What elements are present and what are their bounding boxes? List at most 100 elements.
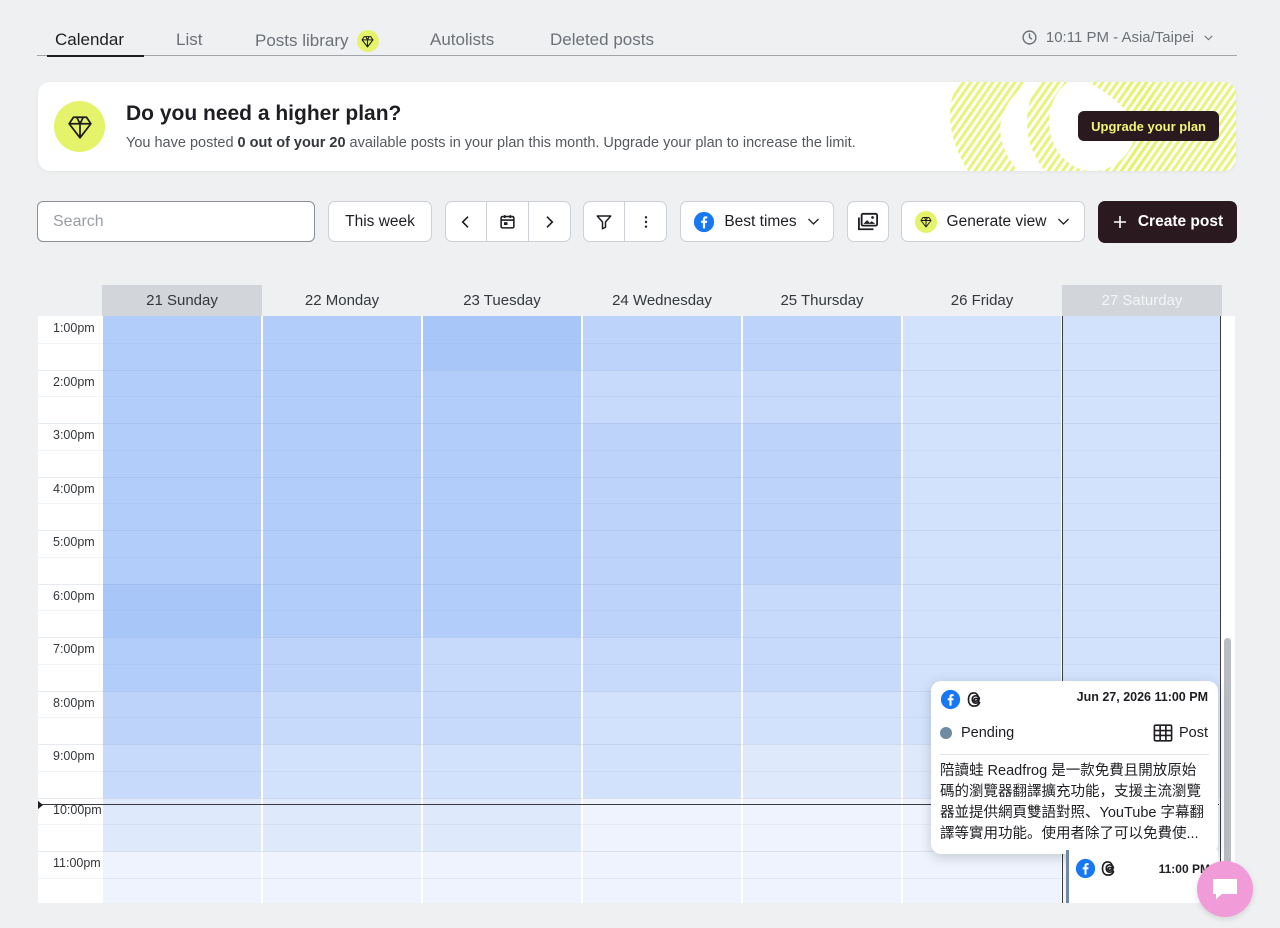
time-label: 9:00pm (53, 749, 95, 763)
gem-icon (914, 210, 937, 233)
calendar-scrollbar[interactable] (1224, 638, 1231, 898)
tab-calendar[interactable]: Calendar (47, 30, 144, 57)
threads-icon (967, 692, 981, 707)
post-type-label: Post (1178, 725, 1208, 741)
grid-icon (1153, 724, 1173, 742)
facebook-icon (1075, 858, 1096, 879)
day-header-wednesday: 24 Wednesday (612, 292, 712, 309)
time-label: 5:00pm (53, 535, 95, 549)
filter-group (583, 201, 667, 242)
grid-line (38, 877, 1219, 879)
tab-label: List (176, 30, 203, 49)
best-times-dropdown[interactable]: Best times (680, 201, 834, 242)
time-label: 6:00pm (53, 588, 95, 603)
grid-line (38, 610, 1219, 612)
images-icon (858, 212, 878, 230)
banner-desc-suffix: available posts in your plan this month.… (345, 135, 856, 151)
time-label: 11:00pm (53, 856, 101, 870)
best-times-label: Best times (724, 212, 797, 230)
grid-line (38, 556, 1219, 558)
post-type: Post (1153, 724, 1208, 742)
day-header-tuesday: 23 Tuesday (463, 292, 541, 309)
chevron-down-icon (1204, 35, 1213, 41)
timezone-label: 10:11 PM - Asia/Taipei (1045, 29, 1194, 46)
day-header-saturday: 27 Saturday (1062, 285, 1222, 316)
tab-autolists[interactable]: Autolists (430, 30, 494, 50)
date-picker-button[interactable] (487, 202, 529, 241)
grid-line (38, 342, 1219, 344)
status-label: Pending (961, 725, 1015, 741)
threads-icon (1101, 861, 1115, 876)
timezone-selector[interactable]: 10:11 PM - Asia/Taipei (1021, 29, 1215, 46)
tab-list[interactable]: List (176, 30, 202, 50)
calendar-icon (500, 215, 515, 229)
day-header-sunday: 21 Sunday (102, 285, 262, 316)
tab-label: Calendar (55, 30, 124, 49)
time-label: 1:00pm (53, 321, 95, 335)
grid-line (38, 637, 1219, 638)
post-preview-card[interactable]: Jun 27, 2026 11:00 PM Pending Post 陪讀蛙 R… (931, 681, 1218, 854)
this-week-button[interactable]: This week (328, 201, 432, 242)
filter-icon (596, 214, 612, 229)
time-label: 3:00pm (53, 428, 95, 442)
media-view-button[interactable] (847, 201, 889, 242)
time-label: 7:00pm (53, 642, 95, 656)
view-tabs: Calendar List Posts library Autolists De… (37, 0, 1237, 57)
time-label: 4:00pm (53, 481, 95, 496)
banner-title: Do you need a higher plan? (126, 102, 402, 125)
grid-line (38, 663, 1219, 665)
previous-week-button[interactable] (446, 202, 488, 241)
search-input[interactable] (37, 201, 315, 242)
facebook-icon (694, 211, 715, 232)
card-divider (940, 754, 1209, 755)
chevron-left-icon (461, 215, 469, 228)
chat-icon (1213, 879, 1237, 899)
upgrade-plan-button[interactable]: Upgrade your plan (1078, 111, 1219, 141)
more-options-button[interactable] (625, 202, 666, 241)
generate-view-label: Generate view (946, 212, 1047, 230)
tab-label: Autolists (430, 30, 495, 49)
grid-line (38, 476, 1219, 478)
current-time-marker (38, 800, 43, 810)
day-header-thursday: 25 Thursday (780, 292, 864, 309)
status-dot (940, 727, 952, 739)
plus-icon (1113, 216, 1126, 228)
banner-description: You have posted 0 out of your 20 availab… (126, 135, 856, 151)
date-navigation (445, 201, 571, 242)
tab-deleted-posts[interactable]: Deleted posts (550, 30, 654, 50)
chevron-right-icon (546, 215, 554, 228)
post-networks (1075, 858, 1120, 879)
grid-line (38, 396, 1219, 398)
filter-button[interactable] (584, 202, 626, 241)
next-week-button[interactable] (529, 202, 570, 241)
create-post-button[interactable]: Create post (1098, 201, 1237, 243)
gem-icon (356, 30, 379, 52)
day-header-friday: 26 Friday (950, 292, 1014, 309)
grid-line (38, 369, 1219, 371)
post-datetime: Jun 27, 2026 11:00 PM (1076, 690, 1208, 704)
kebab-menu-icon (644, 215, 647, 228)
day-header-monday: 22 Monday (304, 292, 380, 309)
gem-icon (54, 101, 105, 152)
grid-line (38, 530, 1219, 531)
tab-label: Posts library (255, 31, 349, 50)
grid-line (38, 449, 1219, 451)
banner-desc-prefix: You have posted (126, 135, 238, 151)
tab-label: Deleted posts (550, 30, 654, 49)
facebook-icon (940, 689, 961, 710)
chat-support-button[interactable] (1197, 861, 1253, 917)
chevron-down-icon (1058, 218, 1070, 225)
grid-line (38, 423, 1219, 424)
time-label: 8:00pm (53, 695, 95, 710)
grid-line (38, 583, 1219, 585)
upgrade-banner: Do you need a higher plan? You have post… (38, 82, 1236, 171)
clock-icon (1022, 30, 1037, 45)
grid-line (38, 503, 1219, 505)
generate-view-dropdown[interactable]: Generate view (901, 201, 1085, 242)
tab-posts-library[interactable]: Posts library (255, 30, 379, 52)
scheduled-post-item[interactable]: 11:00 PM (1066, 850, 1218, 903)
post-text: 陪讀蛙 Readfrog 是一款免費且開放原始碼的瀏覽器翻譯擴充功能，支援主流瀏… (940, 763, 1205, 842)
create-post-label: Create post (1137, 213, 1224, 230)
post-networks (940, 689, 986, 710)
time-label: 2:00pm (53, 374, 95, 389)
